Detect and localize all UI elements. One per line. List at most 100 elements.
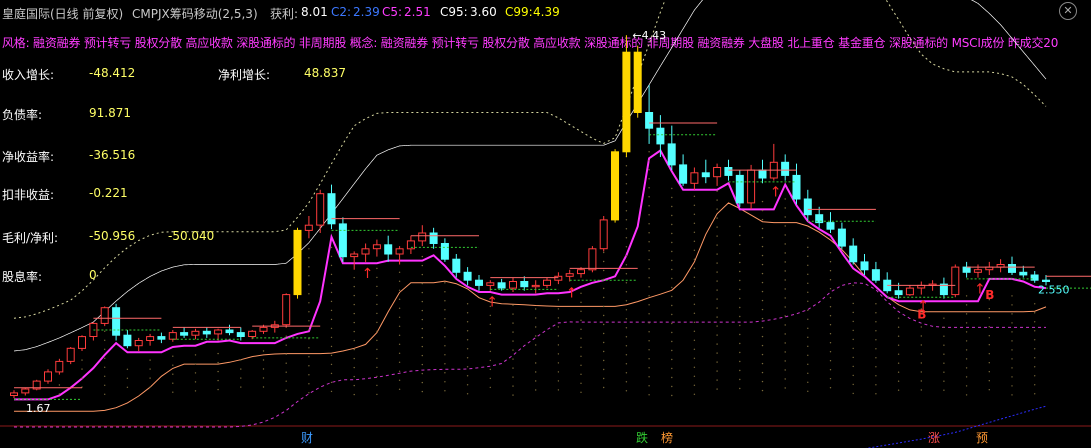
chip-dot: [625, 390, 628, 392]
chip-dot: [398, 271, 401, 273]
chip-dot: [648, 385, 650, 387]
chip-dot: [875, 366, 877, 368]
chip-dot: [625, 219, 628, 221]
chip-dot: [1034, 366, 1036, 368]
candle-body: [837, 228, 846, 247]
chip-dot: [693, 339, 696, 341]
candle-body: [44, 371, 52, 382]
event-marker[interactable]: 财: [301, 429, 313, 446]
chip-dot: [81, 368, 83, 370]
chip-dot: [648, 349, 650, 351]
chip-dot: [217, 379, 219, 382]
chip-dot: [466, 321, 469, 323]
chip-dot: [398, 343, 401, 345]
candle-body: [973, 269, 982, 273]
long-cost-line: [865, 405, 1047, 448]
chip-dot: [693, 348, 696, 350]
candle-body: [475, 279, 483, 286]
candle-body: [656, 127, 665, 145]
chip-dot: [965, 358, 968, 360]
chip-dot: [330, 327, 333, 330]
chip-dot: [943, 362, 945, 364]
chip-dot: [761, 362, 764, 365]
chip-dot: [353, 321, 355, 324]
chip-dot: [920, 380, 922, 382]
chip-dot: [920, 362, 922, 364]
event-marker[interactable]: 跌: [636, 429, 648, 446]
chip-dot: [557, 389, 560, 391]
chip-dot: [557, 353, 560, 355]
buy-arrow-icon: ↑: [974, 282, 986, 298]
chip-dot: [512, 385, 514, 387]
chip-dot: [671, 331, 673, 334]
chip-dot: [580, 346, 582, 348]
chip-dot: [829, 261, 832, 263]
chip-dot: [943, 344, 945, 346]
chip-dot: [308, 374, 310, 376]
event-marker[interactable]: 榜: [661, 429, 673, 446]
chip-dot: [852, 302, 854, 305]
chip-dot: [194, 390, 197, 392]
chip-dot: [648, 241, 650, 243]
candle-body: [66, 347, 75, 362]
chip-dot: [466, 357, 469, 359]
chip-dot: [444, 354, 446, 356]
chip-dot: [671, 322, 673, 325]
chip-dot: [421, 345, 423, 348]
chip-dot: [126, 368, 129, 370]
chip-dot: [716, 244, 718, 246]
chip-dot: [172, 364, 174, 366]
candle-body: [679, 164, 688, 184]
chip-dot: [716, 199, 718, 201]
chip-dot: [671, 295, 673, 298]
chip-dot: [693, 231, 696, 233]
event-marker[interactable]: 涨: [928, 429, 940, 446]
chip-dot: [421, 336, 423, 339]
chip-dot: [512, 376, 514, 378]
chip-dot: [580, 301, 582, 303]
chip-dot: [353, 384, 355, 387]
chip-dot: [535, 317, 537, 319]
chip-dot: [965, 304, 968, 306]
chip-dot: [557, 362, 560, 364]
chip-dot: [897, 335, 900, 337]
buy-arrow-icon: ↑: [566, 286, 578, 302]
chip-dot: [421, 255, 423, 258]
chip-dot: [829, 351, 832, 353]
candle-body: [191, 330, 200, 336]
chip-dot: [353, 276, 355, 279]
event-marker[interactable]: 预: [976, 429, 988, 446]
chip-dot: [648, 367, 650, 369]
chip-dot: [1034, 393, 1036, 395]
chip-dot: [353, 330, 355, 333]
chip-dot: [648, 376, 650, 378]
candle-body: [202, 330, 211, 335]
chip-dot: [194, 363, 197, 365]
chip-dot: [648, 313, 650, 315]
chip-dot: [648, 178, 650, 180]
financial-value: -50.956: [89, 229, 136, 243]
chip-dot: [897, 326, 900, 328]
chip-dot: [716, 253, 718, 255]
chip-dot: [1034, 339, 1036, 341]
candle-body: [304, 224, 313, 231]
chip-dot: [466, 384, 469, 386]
chip-dot: [943, 353, 945, 355]
candle-body: [497, 282, 506, 289]
chip-dot: [761, 281, 764, 284]
chip-dot: [716, 208, 718, 210]
chip-dot: [398, 370, 401, 372]
chip-dot: [603, 323, 605, 326]
chip-dot: [240, 386, 242, 388]
candle-body: [905, 287, 914, 296]
chip-dot: [693, 195, 696, 197]
financial-label: 净收益率:: [2, 150, 55, 164]
chip-dot: [444, 372, 446, 374]
chip-dot: [920, 326, 922, 328]
chip-dot: [716, 280, 718, 282]
chip-dot: [784, 288, 786, 290]
candle-body: [146, 336, 155, 342]
chip-dot: [988, 335, 990, 337]
chip-dot: [376, 294, 378, 297]
financial-label: 净利增长:: [218, 68, 271, 82]
